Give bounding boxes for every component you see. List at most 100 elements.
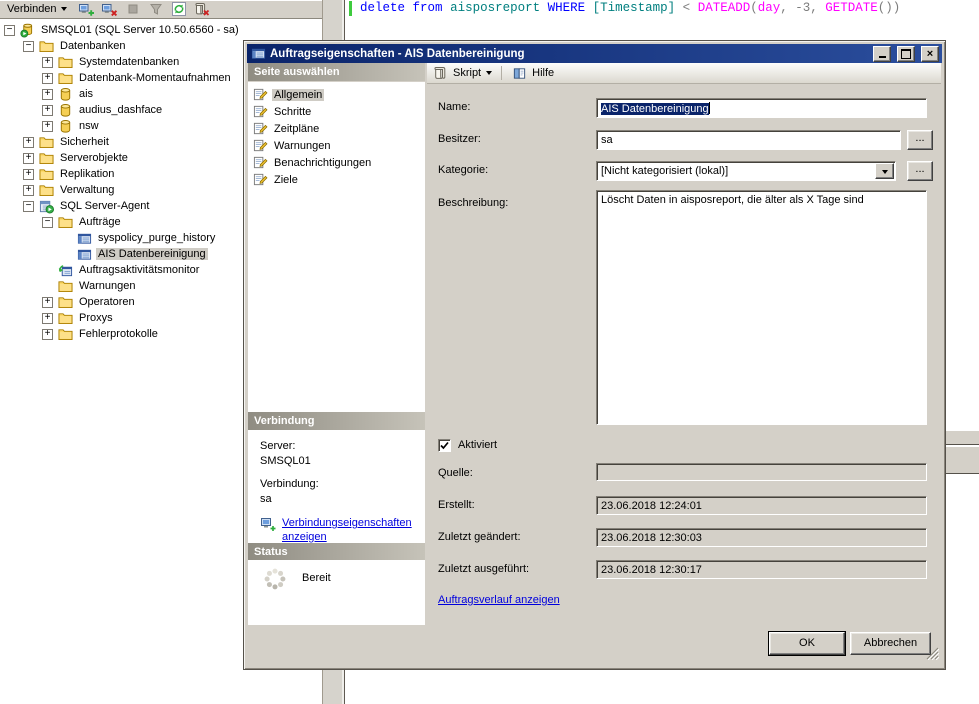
server-icon bbox=[19, 22, 35, 38]
progress-spinner-icon bbox=[262, 566, 288, 592]
page-nav-label: Ziele bbox=[272, 174, 300, 186]
collapse-icon[interactable]: − bbox=[23, 41, 34, 52]
connect-server-icon[interactable] bbox=[77, 1, 97, 17]
page-nav-item[interactable]: Schritte bbox=[248, 103, 425, 120]
description-textarea[interactable]: Löscht Daten in aisposreport, die älter … bbox=[596, 190, 927, 425]
sql-line[interactable]: delete from aisposreport WHERE [Timestam… bbox=[360, 1, 900, 15]
connection-label: Verbindung: bbox=[260, 477, 421, 492]
close-icon: × bbox=[927, 49, 933, 59]
sql-token: WHERE bbox=[548, 1, 586, 15]
tree-item-label: ais bbox=[77, 88, 95, 100]
ssms-screen: Verbinden −SMSQL01 (SQL Server 10.50.656… bbox=[0, 0, 979, 704]
last-executed-value-field: 23.06.2018 12:30:17 bbox=[596, 560, 927, 579]
page-nav-label: Warnungen bbox=[272, 140, 332, 152]
minimize-icon bbox=[879, 56, 886, 58]
name-input[interactable]: AIS Datenbereinigung bbox=[596, 98, 927, 118]
tree-item-label: Verwaltung bbox=[58, 184, 116, 196]
script-icon bbox=[432, 65, 448, 81]
text-caret bbox=[709, 102, 710, 114]
status-value: Bereit bbox=[302, 572, 331, 584]
job-properties-dialog: Auftragseigenschaften - AIS Datenbereini… bbox=[243, 40, 946, 670]
sql-token: -3 bbox=[795, 1, 810, 15]
expand-icon[interactable]: + bbox=[23, 185, 34, 196]
help-button[interactable]: Hilfe bbox=[532, 67, 554, 79]
object-explorer-toolbar: Verbinden bbox=[0, 0, 328, 19]
collapse-icon[interactable]: − bbox=[23, 201, 34, 212]
enabled-checkbox[interactable] bbox=[438, 439, 451, 452]
tree-item-label: Auftragsaktivitätsmonitor bbox=[77, 264, 201, 276]
view-job-history-link[interactable]: Auftragsverlauf anzeigen bbox=[438, 594, 560, 606]
page-icon bbox=[252, 172, 268, 188]
folder-icon bbox=[38, 134, 54, 150]
minimize-button[interactable] bbox=[873, 46, 891, 62]
owner-input[interactable]: sa bbox=[596, 130, 901, 150]
sql-token: , bbox=[780, 1, 795, 15]
ok-button[interactable]: OK bbox=[769, 632, 845, 655]
page-nav-item[interactable]: Warnungen bbox=[248, 137, 425, 154]
page-nav-item[interactable]: Allgemein bbox=[248, 86, 425, 103]
tree-item-label: Aufträge bbox=[77, 216, 123, 228]
tree-item-label: Sicherheit bbox=[58, 136, 111, 148]
agent-icon bbox=[38, 198, 54, 214]
tree-item[interactable]: − SMSQL01 (SQL Server 10.50.6560 - sa) bbox=[0, 22, 321, 38]
sql-token bbox=[443, 1, 451, 15]
expand-icon[interactable]: + bbox=[42, 73, 53, 84]
tree-item-label: SMSQL01 (SQL Server 10.50.6560 - sa) bbox=[39, 24, 241, 36]
page-nav-item[interactable]: Benachrichtigungen bbox=[248, 154, 425, 171]
owner-label: Besitzer: bbox=[438, 133, 481, 145]
dialog-titlebar[interactable]: Auftragseigenschaften - AIS Datenbereini… bbox=[247, 44, 942, 63]
connection-header: Verbindung bbox=[248, 412, 425, 430]
chevron-down-icon[interactable] bbox=[486, 71, 492, 78]
expand-icon[interactable]: + bbox=[42, 329, 53, 340]
expand-icon[interactable]: + bbox=[42, 297, 53, 308]
script-button[interactable]: Skript bbox=[453, 67, 481, 79]
connect-dropdown-button[interactable]: Verbinden bbox=[3, 2, 71, 16]
dialog-toolbar: Skript Hilfe bbox=[427, 63, 941, 84]
disconnect-server-icon[interactable] bbox=[100, 1, 120, 17]
source-value-field bbox=[596, 463, 927, 481]
sql-token: ( bbox=[750, 1, 758, 15]
maximize-button[interactable] bbox=[897, 46, 915, 62]
editor-splitter-band-bottom bbox=[946, 446, 979, 474]
expand-icon[interactable]: + bbox=[23, 153, 34, 164]
expand-icon[interactable]: + bbox=[42, 57, 53, 68]
expand-icon[interactable]: + bbox=[42, 89, 53, 100]
category-browse-button[interactable]: ... bbox=[907, 161, 933, 181]
status-header: Status bbox=[248, 543, 425, 561]
enabled-checkbox-label[interactable]: Aktiviert bbox=[458, 439, 497, 451]
sql-token: [Timestamp] bbox=[593, 1, 676, 15]
page-nav-item[interactable]: Zeitpläne bbox=[248, 120, 425, 137]
category-dropdown-button[interactable] bbox=[875, 163, 894, 179]
server-label: Server: bbox=[260, 439, 421, 454]
folder-icon bbox=[38, 38, 54, 54]
connect-dropdown-label: Verbinden bbox=[7, 3, 57, 15]
view-connection-properties-link[interactable]: Verbindungseigenschaften anzeigen bbox=[282, 516, 408, 544]
check-icon bbox=[439, 440, 450, 451]
resize-grip[interactable] bbox=[926, 647, 939, 663]
sql-token: aisposreport bbox=[450, 1, 540, 15]
cancel-button[interactable]: Abbrechen bbox=[850, 632, 931, 655]
close-button[interactable]: × bbox=[921, 46, 939, 62]
expand-icon[interactable]: + bbox=[23, 137, 34, 148]
expand-icon[interactable]: + bbox=[42, 105, 53, 116]
page-nav-item[interactable]: Ziele bbox=[248, 171, 425, 188]
sql-token: day bbox=[758, 1, 781, 15]
page-icon bbox=[252, 104, 268, 120]
collapse-icon[interactable]: − bbox=[4, 25, 15, 36]
description-label: Beschreibung: bbox=[438, 197, 508, 209]
tree-item-label: Datenbank-Momentaufnahmen bbox=[77, 72, 233, 84]
script-error-icon[interactable] bbox=[192, 1, 212, 17]
sql-token: from bbox=[413, 1, 443, 15]
collapse-icon[interactable]: − bbox=[42, 217, 53, 228]
expand-icon[interactable]: + bbox=[42, 121, 53, 132]
expand-icon[interactable]: + bbox=[23, 169, 34, 180]
page-nav-label: Schritte bbox=[272, 106, 313, 118]
created-value-field: 23.06.2018 12:24:01 bbox=[596, 496, 927, 515]
tree-item-label: Warnungen bbox=[77, 280, 137, 292]
folder-icon bbox=[57, 310, 73, 326]
page-icon bbox=[252, 87, 268, 103]
category-select[interactable]: [Nicht kategorisiert (lokal)] bbox=[596, 161, 896, 181]
refresh-icon[interactable] bbox=[169, 1, 189, 17]
owner-browse-button[interactable]: ... bbox=[907, 130, 933, 150]
expand-icon[interactable]: + bbox=[42, 313, 53, 324]
